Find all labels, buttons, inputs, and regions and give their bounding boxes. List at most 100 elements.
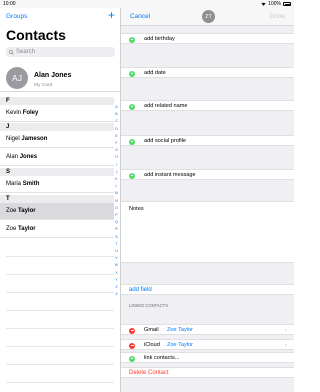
index-letter[interactable]: Y	[115, 277, 117, 284]
index-letter[interactable]: O	[115, 205, 118, 212]
empty-divider	[6, 382, 114, 383]
index-letter[interactable]: L	[116, 183, 118, 190]
add-row-label: add social profile	[144, 138, 186, 144]
empty-divider	[6, 310, 114, 311]
index-letter[interactable]: Z	[115, 284, 117, 291]
index-letter[interactable]: V	[115, 255, 117, 262]
contact-first-name: Maria	[6, 181, 22, 187]
my-card[interactable]: AJ Alan Jones My Card	[0, 63, 120, 92]
index-letter[interactable]: H	[115, 154, 118, 161]
empty-divider	[6, 274, 114, 275]
remove-icon[interactable]	[129, 327, 135, 334]
index-letter[interactable]: #	[116, 291, 118, 298]
contact-last-name: Jones	[19, 154, 38, 160]
battery-percent: 100%	[268, 1, 281, 7]
contact-last-name: Smith	[22, 181, 40, 187]
delete-contact-button[interactable]: Delete Contact	[121, 367, 294, 378]
linked-service: Gmail	[144, 327, 159, 333]
search-input[interactable]: Search	[6, 47, 115, 57]
add-row-label: add related name	[144, 103, 188, 109]
contact-last-name: Jameson	[21, 136, 48, 142]
link-contacts-label: link contacts...	[144, 355, 180, 361]
linked-gmail-row[interactable]: Gmail Zoe Taylor ›	[121, 324, 294, 335]
index-letter[interactable]: R	[115, 226, 118, 233]
linked-icloud-row[interactable]: iCloud Zoe Taylor ›	[121, 339, 294, 350]
index-letter[interactable]: Q	[115, 219, 118, 226]
done-button[interactable]: Done	[269, 13, 285, 20]
add-icon: +	[129, 103, 135, 110]
add-instant-message-row[interactable]: + add instant message	[121, 169, 294, 180]
contact-first-name: Alan	[6, 154, 19, 160]
my-card-name: Alan Jones	[34, 72, 72, 79]
empty-divider	[6, 328, 114, 329]
index-letter[interactable]: X	[115, 270, 117, 277]
empty-divider	[6, 256, 114, 257]
index-letter[interactable]: J	[116, 169, 118, 176]
empty-divider	[6, 364, 114, 365]
battery-icon	[283, 2, 291, 6]
index-letter[interactable]: E	[115, 133, 117, 140]
index-letter[interactable]: D	[115, 126, 118, 133]
index-letter[interactable]: F	[115, 140, 117, 147]
groups-button[interactable]: Groups	[6, 13, 27, 20]
contact-last-name: Foley	[22, 110, 39, 116]
add-social-profile-row[interactable]: + add social profile	[121, 135, 294, 146]
index-letter[interactable]: W	[115, 262, 118, 269]
add-date-row[interactable]: + add date	[121, 67, 294, 78]
contact-first-name: Zoe	[6, 226, 17, 232]
wifi-icon	[261, 2, 266, 6]
index-letter[interactable]: M	[115, 190, 118, 197]
add-related-name-row[interactable]: + add related name	[121, 100, 294, 111]
add-row-label: add instant message	[144, 172, 196, 178]
contact-row-nigel-jameson[interactable]: Nigel Jameson	[0, 131, 114, 148]
contact-last-name: Taylor	[18, 208, 36, 214]
contact-row-maria-smith[interactable]: Maria Smith	[0, 176, 114, 193]
contact-first-name: Nigel	[6, 136, 20, 142]
cancel-button[interactable]: Cancel	[130, 13, 150, 20]
index-letter[interactable]: U	[115, 248, 118, 255]
section-header-f: F	[0, 97, 114, 105]
contact-row-zoe-taylor-selected[interactable]: Zoe Taylor	[0, 203, 114, 220]
contacts-list-panel: Groups + Contacts Search AJ Alan Jones M…	[0, 8, 121, 392]
edit-navbar: Cancel ZT Done	[121, 8, 294, 26]
status-indicators: 100%	[261, 1, 291, 7]
add-birthday-row[interactable]: + add birthday	[121, 33, 294, 44]
index-letter[interactable]: I	[116, 162, 117, 169]
index-letter[interactable]: S	[115, 234, 117, 241]
contact-row-kevin-foley[interactable]: Kevin Foley	[0, 105, 114, 122]
chevron-right-icon: ›	[284, 342, 287, 349]
linked-contacts-header: LINKED CONTACTS	[129, 303, 169, 308]
status-time: 10:00	[3, 1, 16, 7]
notes-field[interactable]: Notes	[121, 201, 294, 263]
add-row-label: add date	[144, 70, 166, 76]
add-icon: +	[129, 70, 135, 77]
empty-divider	[6, 346, 114, 347]
status-bar: 10:00 100%	[0, 0, 294, 8]
contact-row-alan-jones[interactable]: Alan Jones	[0, 149, 114, 166]
contact-edit-panel: Cancel ZT Done + add birthday + add date…	[121, 8, 294, 392]
contact-last-name: Taylor	[18, 226, 36, 232]
remove-icon[interactable]	[129, 342, 135, 349]
index-letter[interactable]: T	[115, 241, 117, 248]
add-contact-button[interactable]: +	[108, 9, 115, 21]
index-letter[interactable]: K	[115, 176, 117, 183]
page-title: Contacts	[6, 27, 66, 43]
linked-name: Zoe Taylor	[167, 342, 194, 348]
contact-first-name: Zoe	[6, 208, 17, 214]
index-letter[interactable]: N	[115, 198, 118, 205]
contact-first-name: Kevin	[6, 110, 22, 116]
link-contacts-row[interactable]: + link contacts...	[121, 352, 294, 363]
add-field-button[interactable]: add field	[121, 284, 294, 295]
contact-avatar[interactable]: ZT	[202, 10, 215, 23]
index-letter[interactable]: B	[115, 111, 117, 118]
notes-label: Notes	[129, 206, 144, 212]
index-letter[interactable]: C	[115, 118, 118, 125]
add-row-label: add birthday	[144, 36, 175, 42]
index-letter[interactable]: G	[115, 147, 118, 154]
search-icon	[9, 49, 14, 55]
avatar: AJ	[6, 67, 28, 89]
index-letter[interactable]: P	[115, 212, 117, 219]
section-index-bar[interactable]: A B C D E F G H I J K L M N O P Q R S T U V W X Y Z #	[113, 104, 120, 298]
index-letter[interactable]: A	[115, 104, 117, 111]
contact-row-zoe-taylor[interactable]: Zoe Taylor	[0, 221, 114, 238]
